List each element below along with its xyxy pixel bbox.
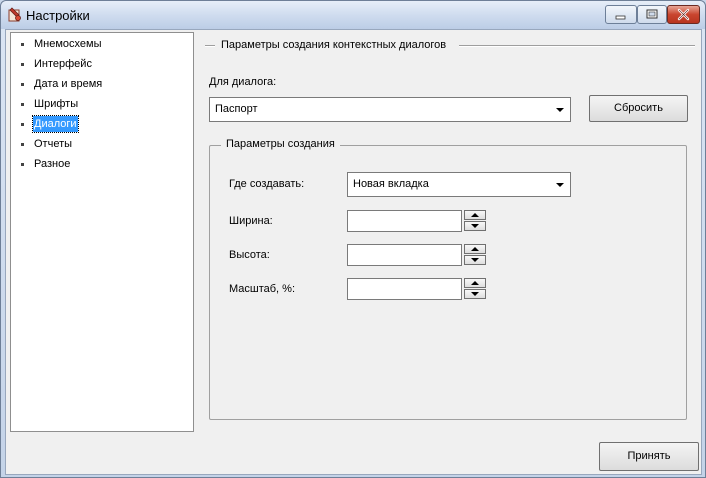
- maximize-button[interactable]: [637, 5, 667, 24]
- scale-input[interactable]: [347, 278, 462, 300]
- section-divider-right: [459, 45, 695, 47]
- height-input[interactable]: [347, 244, 462, 266]
- bullet-icon: [21, 43, 24, 46]
- bullet-icon: [21, 143, 24, 146]
- scale-label: Масштаб, %:: [229, 283, 296, 295]
- width-increment-button[interactable]: [464, 210, 486, 220]
- window-title: Настройки: [26, 8, 90, 23]
- sidebar-item-dialogs[interactable]: Диалоги: [11, 115, 193, 133]
- accept-button[interactable]: Принять: [599, 442, 699, 471]
- where-select-value: Новая вкладка: [353, 178, 429, 190]
- height-increment-button[interactable]: [464, 244, 486, 254]
- where-select[interactable]: Новая вкладка: [347, 172, 571, 197]
- chevron-down-icon: [556, 183, 564, 187]
- chevron-down-icon: [556, 108, 564, 112]
- scale-stepper[interactable]: [464, 278, 486, 300]
- width-stepper[interactable]: [464, 210, 486, 232]
- dialog-select-value: Паспорт: [215, 103, 258, 115]
- maximize-icon: [646, 9, 658, 19]
- close-icon: [677, 8, 690, 21]
- width-decrement-button[interactable]: [464, 221, 486, 231]
- app-settings-icon: [8, 7, 21, 22]
- window-client-area: Мнемосхемы Интерфейс Дата и время Шрифты…: [5, 29, 702, 475]
- minimize-icon: [615, 15, 626, 20]
- where-label: Где создавать:: [229, 178, 305, 190]
- sidebar-item-interface[interactable]: Интерфейс: [11, 56, 193, 72]
- bullet-icon: [21, 123, 24, 126]
- height-stepper[interactable]: [464, 244, 486, 266]
- sidebar-item-label: Мнемосхемы: [34, 38, 102, 50]
- bullet-icon: [21, 63, 24, 66]
- bullet-icon: [21, 83, 24, 86]
- sidebar-item-reports[interactable]: Отчеты: [11, 136, 193, 152]
- sidebar-item-label: Дата и время: [34, 78, 103, 90]
- close-button[interactable]: [667, 5, 700, 24]
- width-input[interactable]: [347, 210, 462, 232]
- sidebar-item-label: Разное: [34, 158, 71, 170]
- arrow-down-icon: [471, 224, 479, 228]
- width-label: Ширина:: [229, 215, 273, 227]
- sidebar-item-label: Диалоги: [32, 115, 79, 133]
- bullet-icon: [21, 163, 24, 166]
- sidebar-item-mnemo[interactable]: Мнемосхемы: [11, 36, 193, 52]
- sidebar-item-label: Интерфейс: [34, 58, 92, 70]
- arrow-down-icon: [471, 258, 479, 262]
- title-bar[interactable]: Настройки: [1, 1, 705, 29]
- minimize-button[interactable]: [605, 5, 637, 24]
- settings-category-list[interactable]: Мнемосхемы Интерфейс Дата и время Шрифты…: [10, 32, 194, 432]
- dialog-label: Для диалога:: [209, 76, 277, 88]
- accept-button-label: Принять: [627, 450, 671, 462]
- height-decrement-button[interactable]: [464, 255, 486, 265]
- sidebar-item-fonts[interactable]: Шрифты: [11, 96, 193, 112]
- arrow-up-icon: [471, 247, 479, 251]
- reset-button-label: Сбросить: [614, 102, 663, 114]
- arrow-up-icon: [471, 281, 479, 285]
- section-title: Параметры создания контекстных диалогов: [221, 39, 447, 51]
- arrow-down-icon: [471, 292, 479, 296]
- reset-button[interactable]: Сбросить: [589, 95, 688, 122]
- sidebar-item-datetime[interactable]: Дата и время: [11, 76, 193, 92]
- sidebar-item-label: Отчеты: [34, 138, 73, 150]
- scale-decrement-button[interactable]: [464, 289, 486, 299]
- scale-increment-button[interactable]: [464, 278, 486, 288]
- section-divider-left: [205, 45, 215, 47]
- sidebar-item-label: Шрифты: [34, 98, 79, 110]
- height-label: Высота:: [229, 249, 270, 261]
- bullet-icon: [21, 103, 24, 106]
- dialog-select[interactable]: Паспорт: [209, 97, 571, 122]
- arrow-up-icon: [471, 213, 479, 217]
- settings-window: Настройки Мнемосхемы Интерфейс Дата и вр…: [0, 0, 706, 478]
- group-title: Параметры создания: [221, 138, 340, 150]
- sidebar-item-misc[interactable]: Разное: [11, 156, 193, 172]
